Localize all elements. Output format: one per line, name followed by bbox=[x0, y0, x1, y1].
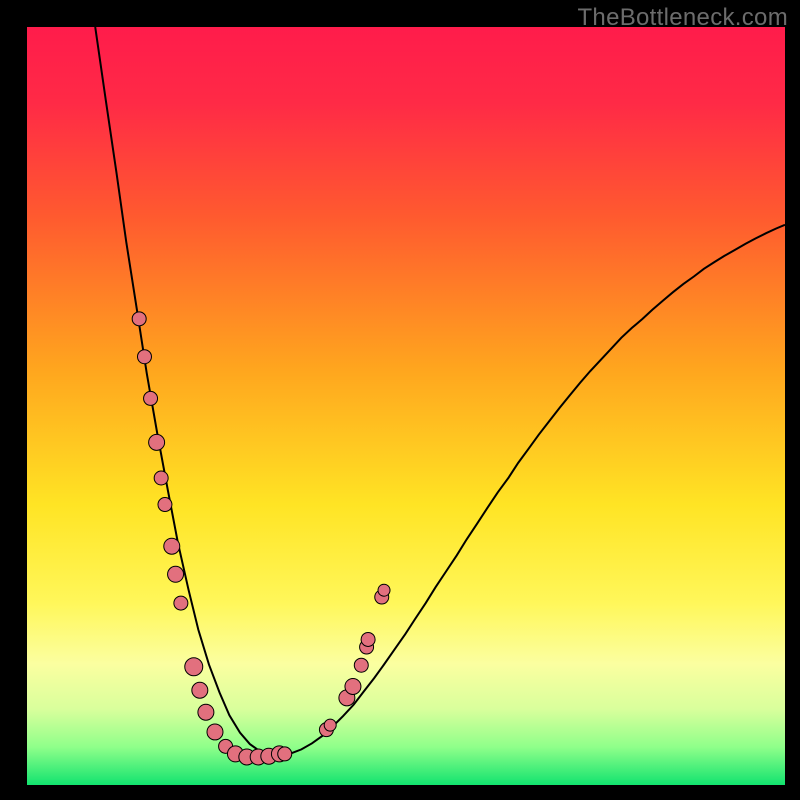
chart-stage: TheBottleneck.com bbox=[0, 0, 800, 800]
plot-area bbox=[27, 27, 785, 785]
gradient-background bbox=[27, 27, 785, 785]
watermark-text: TheBottleneck.com bbox=[577, 4, 788, 32]
